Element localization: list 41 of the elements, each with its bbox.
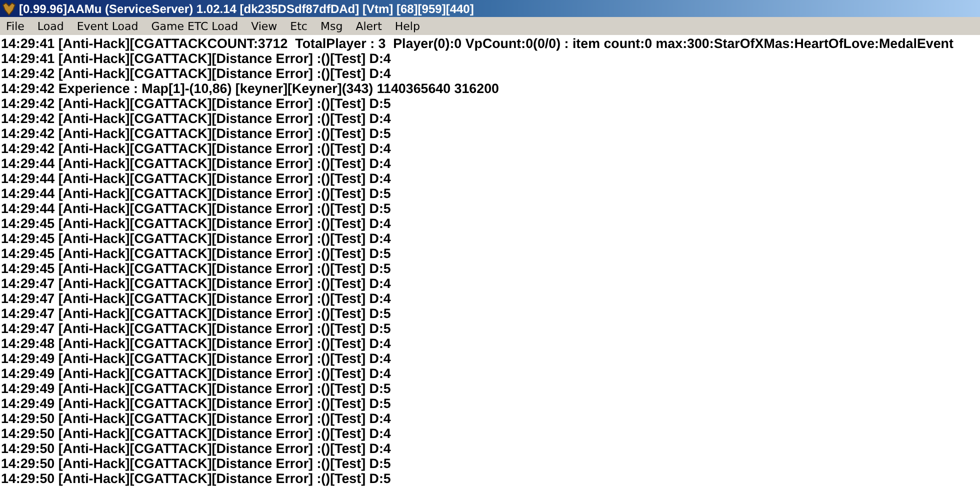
menu-item[interactable]: Msg (320, 20, 343, 32)
log-line: 14:29:44 [Anti-Hack][CGATTACK][Distance Error] :()[Test] D:4 (1, 156, 392, 171)
log-line: 14:29:50 [Anti-Hack][CGATTACK][Distance Error] :()[Test] D:4 (1, 411, 392, 426)
log-line: 14:29:45 [Anti-Hack][CGATTACK][Distance Error] :()[Test] D:5 (1, 261, 392, 276)
menu-item[interactable]: Load (37, 20, 64, 32)
log-line: 14:29:49 [Anti-Hack][CGATTACK][Distance Error] :()[Test] D:5 (1, 381, 392, 396)
log-line: 14:29:41 [Anti-Hack][CGATTACK][Distance Error] :()[Test] D:4 (1, 51, 392, 66)
log-line: 14:29:47 [Anti-Hack][CGATTACK][Distance Error] :()[Test] D:4 (1, 291, 392, 306)
menu-item[interactable]: Game ETC Load (151, 20, 238, 32)
menu-item[interactable]: Alert (356, 20, 382, 32)
log-line: 14:29:47 [Anti-Hack][CGATTACK][Distance Error] :()[Test] D:4 (1, 276, 392, 291)
log-line: 14:29:42 [Anti-Hack][CGATTACK][Distance Error] :()[Test] D:4 (1, 141, 392, 156)
log-line: 14:29:44 [Anti-Hack][CGATTACK][Distance Error] :()[Test] D:5 (1, 186, 392, 201)
menu-item[interactable]: Etc (290, 20, 308, 32)
menu-item[interactable]: Help (394, 20, 420, 32)
log-line: 14:29:49 [Anti-Hack][CGATTACK][Distance Error] :()[Test] D:4 (1, 366, 392, 381)
log-line: 14:29:47 [Anti-Hack][CGATTACK][Distance Error] :()[Test] D:5 (1, 306, 392, 321)
log-line: 14:29:41 [Anti-Hack][CGATTACKCOUNT:3712 TotalPlayer : 3 Player(0):0 VpCount:0(0/0) : item count:0 max:300:StarOfXMas:HeartOfLove:MedalEvent (1, 36, 954, 51)
log-line: 14:29:50 [Anti-Hack][CGATTACK][Distance Error] :()[Test] D:5 (1, 471, 392, 486)
log-line: 14:29:44 [Anti-Hack][CGATTACK][Distance Error] :()[Test] D:4 (1, 171, 392, 186)
log-line: 14:29:42 [Anti-Hack][CGATTACK][Distance Error] :()[Test] D:5 (1, 96, 392, 111)
log-line: 14:29:50 [Anti-Hack][CGATTACK][Distance Error] :()[Test] D:4 (1, 426, 392, 441)
log-line: 14:29:49 [Anti-Hack][CGATTACK][Distance Error] :()[Test] D:5 (1, 396, 392, 411)
menu-item[interactable]: View (251, 20, 278, 32)
log-line: 14:29:45 [Anti-Hack][CGATTACK][Distance Error] :()[Test] D:4 (1, 231, 392, 246)
log-line: 14:29:47 [Anti-Hack][CGATTACK][Distance Error] :()[Test] D:5 (1, 321, 392, 336)
app-icon (2, 2, 16, 16)
log-line: 14:29:42 Experience : Map[1]-(10,86) [keyner][Keyner](343) 1140365640 316200 (1, 81, 500, 96)
log-line: 14:29:45 [Anti-Hack][CGATTACK][Distance Error] :()[Test] D:4 (1, 216, 392, 231)
log-line: 14:29:48 [Anti-Hack][CGATTACK][Distance Error] :()[Test] D:4 (1, 336, 392, 351)
log-line: 14:29:42 [Anti-Hack][CGATTACK][Distance Error] :()[Test] D:5 (1, 126, 392, 141)
log-line: 14:29:50 [Anti-Hack][CGATTACK][Distance Error] :()[Test] D:4 (1, 441, 392, 456)
log-line: 14:29:45 [Anti-Hack][CGATTACK][Distance Error] :()[Test] D:5 (1, 246, 392, 261)
log-line: 14:29:49 [Anti-Hack][CGATTACK][Distance Error] :()[Test] D:4 (1, 351, 392, 366)
menu-item[interactable]: Event Load (76, 20, 138, 32)
log-line: 14:29:50 [Anti-Hack][CGATTACK][Distance Error] :()[Test] D:5 (1, 456, 392, 471)
log-line: 14:29:42 [Anti-Hack][CGATTACK][Distance Error] :()[Test] D:4 (1, 66, 392, 81)
log-line: 14:29:42 [Anti-Hack][CGATTACK][Distance Error] :()[Test] D:4 (1, 111, 392, 126)
menu-item[interactable]: File (6, 20, 24, 32)
window-title: [0.99.96]AAMu (ServiceServer) 1.02.14 [dk235DSdf87dfDAd] [Vtm] [68][959][440] (19, 2, 474, 16)
log-line: 14:29:44 [Anti-Hack][CGATTACK][Distance Error] :()[Test] D:5 (1, 201, 392, 216)
